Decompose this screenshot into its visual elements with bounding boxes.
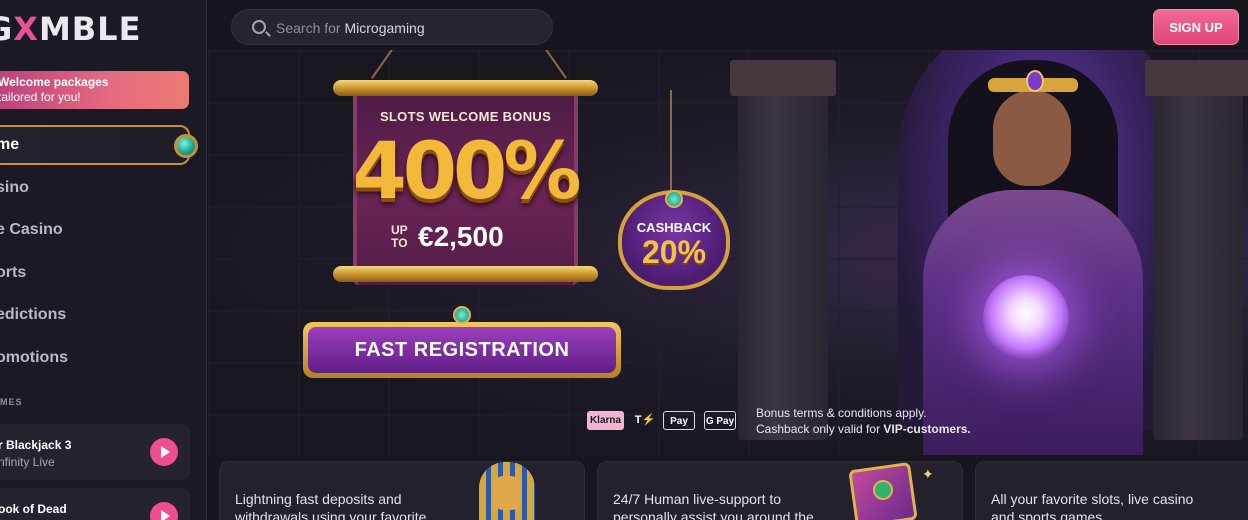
pillar	[730, 60, 836, 440]
sidebar-item-label: me	[0, 136, 20, 153]
play-icon[interactable]	[150, 502, 178, 520]
hero-banner[interactable]: SLOTS WELCOME BONUS 400% UP TO €2,500 CAS…	[208, 50, 1248, 455]
sidebar-item-label: sino	[0, 179, 29, 196]
crystal-ball	[983, 275, 1069, 361]
sorceress-illustration	[893, 50, 1163, 455]
rope	[670, 90, 672, 190]
sidebar-item-label: e Casino	[0, 221, 63, 238]
terms-line: Bonus terms & conditions apply.	[756, 406, 927, 420]
bonus-amount: €2,500	[418, 221, 504, 252]
promo-title: Welcome packages	[0, 75, 109, 89]
sidebar-item-sports[interactable]: orts	[0, 253, 190, 293]
logo-x: X	[13, 10, 39, 48]
sidebar: GXMBLE Welcome packages tailored for you…	[0, 0, 207, 520]
bonus-terms: Bonus terms & conditions apply. Cashback…	[756, 405, 971, 437]
sidebar-item-label: orts	[0, 264, 27, 281]
game-title: r Blackjack 3	[0, 438, 72, 452]
feature-text: All your favorite slots, live casino and…	[991, 491, 1194, 520]
search-input[interactable]: Search for Microgaming	[231, 9, 553, 45]
game-provider: nfinity Live	[0, 455, 55, 469]
logo-suffix: MBLE	[38, 10, 142, 48]
terms-line: Cashback only valid for VIP-customers.	[756, 422, 971, 436]
section-label-games: MES	[0, 397, 23, 407]
gem-icon	[665, 190, 683, 208]
cashback-value: 20%	[641, 234, 707, 270]
google-pay-icon: G Pay	[704, 411, 736, 430]
promo-subtitle: tailored for you!	[0, 90, 81, 104]
feature-text: 24/7 Human live-support to personally as…	[613, 491, 814, 520]
sidebar-item-live-casino[interactable]: e Casino	[0, 210, 190, 250]
bonus-title: SLOTS WELCOME BONUS	[379, 109, 552, 124]
sidebar-item-casino[interactable]: sino	[0, 168, 190, 208]
logo-prefix: G	[0, 10, 13, 48]
game-card[interactable]: ook of Dead	[0, 488, 190, 520]
logo[interactable]: GXMBLE	[0, 10, 141, 48]
page: GXMBLE Welcome packages tailored for you…	[0, 0, 1248, 520]
gem-icon	[174, 134, 198, 158]
search-placeholder: Search for Microgaming	[276, 20, 425, 36]
pillar	[1145, 60, 1248, 440]
game-title: ook of Dead	[0, 502, 67, 516]
play-icon[interactable]	[150, 438, 178, 466]
scroll-rod	[333, 80, 598, 96]
apple-pay-icon: Pay	[663, 411, 695, 430]
trustly-icon: T⚡	[634, 414, 656, 426]
game-card[interactable]: r Blackjack 3 nfinity Live	[0, 424, 190, 480]
sidebar-item-home[interactable]: me	[0, 125, 198, 165]
search-icon	[252, 20, 266, 34]
sidebar-item-predictions[interactable]: edictions	[0, 295, 190, 335]
sidebar-item-label: omotions	[0, 349, 68, 366]
feature-card-games[interactable]: All your favorite slots, live casino and…	[975, 461, 1248, 520]
bonus-upto: UP TO	[391, 223, 408, 250]
fast-registration-button[interactable]: FAST REGISTRATION	[303, 322, 621, 378]
feature-text: Lightning fast deposits and withdrawals …	[235, 491, 427, 520]
bonus-percent: 400%	[352, 127, 582, 217]
fast-registration-label: FAST REGISTRATION	[308, 327, 616, 373]
scroll-rod	[333, 266, 598, 282]
cashback-label: CASHBACK	[636, 220, 712, 235]
sign-up-button[interactable]: SIGN UP	[1153, 9, 1239, 45]
klarna-icon: Klarna	[587, 411, 624, 430]
welcome-packages-banner[interactable]: Welcome packages tailored for you!	[0, 71, 189, 109]
sparkle-icon: ✦	[922, 466, 934, 482]
gem-icon	[453, 306, 471, 324]
sidebar-item-label: edictions	[0, 306, 67, 323]
sidebar-item-promotions[interactable]: omotions	[0, 338, 190, 378]
